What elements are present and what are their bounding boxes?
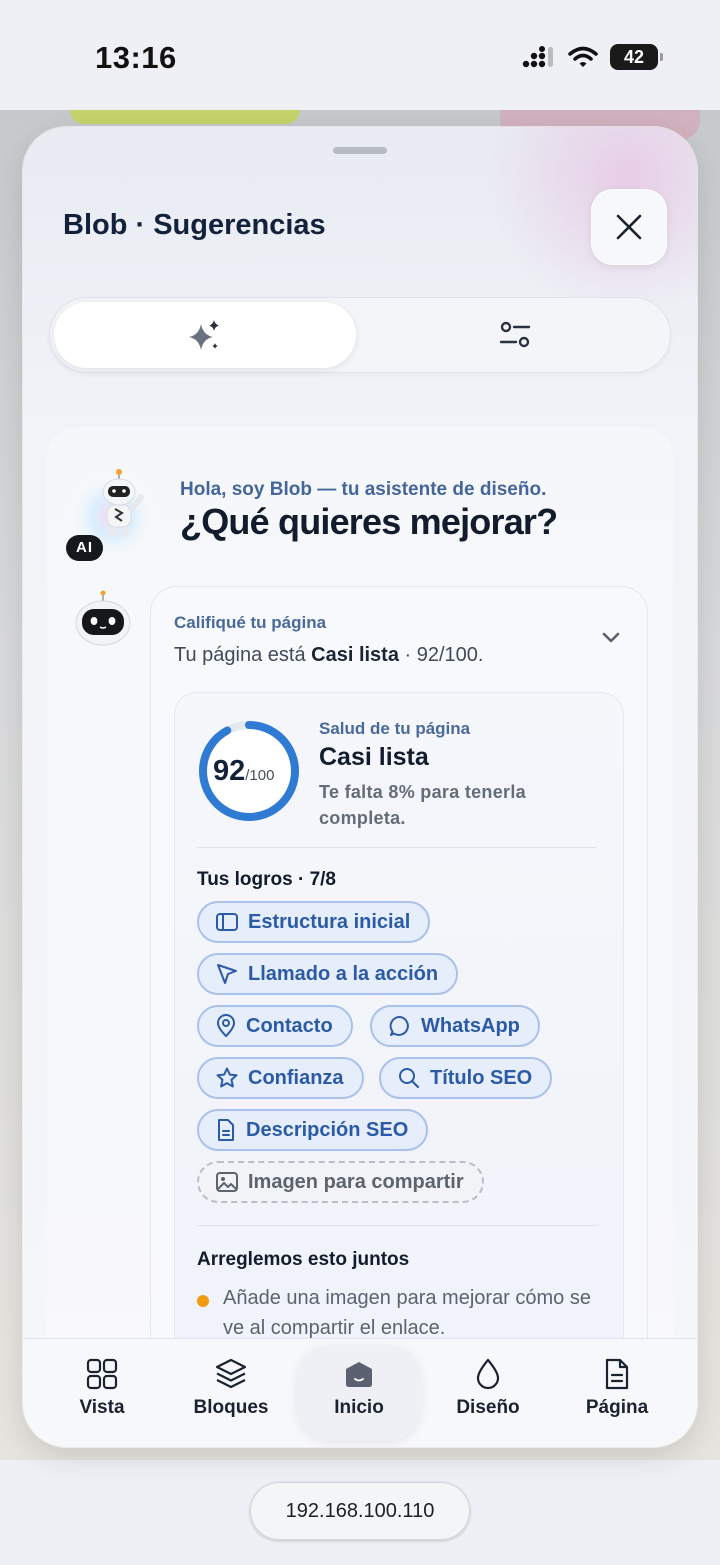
health-score: 92/100	[213, 755, 275, 787]
tab-suggestions[interactable]	[54, 302, 356, 368]
achievement-chip-structure[interactable]: Estructura inicial	[197, 901, 431, 943]
cursor-icon	[217, 964, 237, 984]
assistant-question: ¿Qué quieres mejorar?	[180, 501, 558, 542]
drop-icon	[476, 1358, 500, 1390]
fix-heading: Arreglemos esto juntos	[197, 1249, 410, 1270]
rating-message-card: Califiqué tu página Tu página está Casi …	[151, 587, 647, 1447]
achievement-chip-contact[interactable]: Contacto	[197, 1005, 353, 1047]
battery-indicator: 42	[610, 44, 663, 70]
rating-message-label: Califiqué tu página	[174, 613, 327, 632]
close-icon	[616, 214, 642, 240]
status-bar: 13:16 42	[0, 0, 720, 110]
nav-item-pagina[interactable]: Página	[562, 1357, 672, 1419]
sheet-title: Blob · Sugerencias	[63, 209, 326, 241]
layout-icon	[216, 913, 238, 931]
rating-message-text: Tu página está Casi lista · 92/100.	[174, 644, 484, 666]
nav-label-inicio: Inicio	[334, 1397, 384, 1418]
health-label: Salud de tu página	[319, 719, 471, 738]
sheet-grabber[interactable]	[333, 147, 387, 154]
sliders-icon	[499, 321, 531, 348]
layers-icon	[215, 1358, 247, 1389]
page-icon	[605, 1358, 629, 1390]
mode-segmented-control	[49, 297, 671, 373]
nav-item-inicio[interactable]: Inicio	[304, 1357, 414, 1419]
warning-dot	[197, 1295, 209, 1307]
fix-item-text[interactable]: Añade una imagen para mejorar cómo se ve…	[223, 1283, 603, 1343]
status-icons: 42	[522, 44, 663, 70]
nav-item-vista[interactable]: Vista	[47, 1357, 157, 1419]
chat-bubble-icon	[389, 1016, 409, 1036]
achievement-chip-share-image[interactable]: Imagen para compartir	[197, 1161, 484, 1203]
achievement-chip-seo-title[interactable]: Título SEO	[379, 1057, 553, 1099]
divider	[197, 1225, 597, 1226]
achievement-chip-whatsapp[interactable]: WhatsApp	[370, 1005, 540, 1047]
nav-label-diseno: Diseño	[456, 1397, 520, 1418]
nav-item-bloques[interactable]: Bloques	[176, 1357, 286, 1419]
cellular-signal-icon	[522, 46, 553, 68]
bottom-navigation: Vista Bloques Inicio Diseño Página	[23, 1339, 697, 1447]
image-icon	[216, 1172, 238, 1192]
nav-label-vista: Vista	[79, 1397, 125, 1418]
achievements-heading: Tus logros · 7/8	[197, 869, 337, 890]
suggestions-sheet: Blob · Sugerencias AI Hola, soy Blob — t…	[23, 127, 697, 1447]
status-time: 13:16	[95, 40, 177, 75]
wifi-icon	[568, 46, 598, 67]
close-button[interactable]	[591, 189, 667, 265]
nav-label-bloques: Bloques	[193, 1397, 269, 1418]
sparkles-icon	[189, 320, 219, 350]
url-bar[interactable]: 192.168.100.110	[250, 1482, 470, 1540]
grid-icon	[86, 1358, 118, 1390]
health-title: Casi lista	[319, 743, 429, 771]
robot-head-avatar	[75, 590, 131, 646]
star-icon	[216, 1067, 238, 1088]
page-health-panel: 92/100 Salud de tu página Casi lista Te …	[175, 693, 623, 1447]
document-icon	[218, 1119, 234, 1141]
health-subtitle: Te falta 8% para tenerla completa.	[319, 782, 526, 828]
nav-item-diseno[interactable]: Diseño	[433, 1357, 543, 1419]
location-pin-icon	[216, 1014, 236, 1038]
divider	[197, 847, 597, 848]
search-icon	[399, 1068, 420, 1089]
achievement-chip-cta[interactable]: Llamado a la acción	[197, 953, 459, 995]
chevron-down-icon[interactable]	[600, 631, 622, 645]
achievement-chip-trust[interactable]: Confianza	[197, 1057, 364, 1099]
ai-badge: AI	[66, 535, 103, 561]
tab-settings[interactable]	[364, 302, 666, 368]
assistant-greeting: Hola, soy Blob — tu asistente de diseño.	[180, 479, 547, 500]
nav-label-pagina: Página	[585, 1397, 649, 1418]
blob-home-icon	[346, 1362, 372, 1387]
achievement-chip-seo-description[interactable]: Descripción SEO	[197, 1109, 429, 1151]
